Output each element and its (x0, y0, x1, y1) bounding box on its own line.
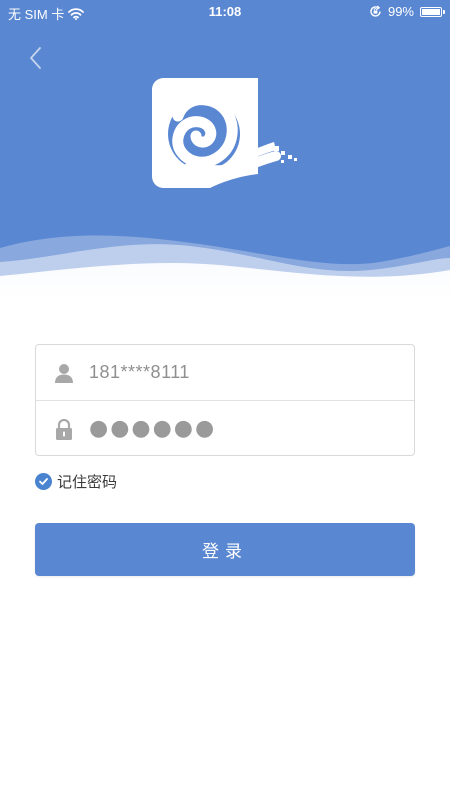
login-form: 181****8111 ●●●●●● (35, 344, 415, 456)
battery-level (422, 8, 440, 15)
app-logo (152, 78, 297, 188)
password-field[interactable]: ●●●●●● (36, 401, 414, 456)
remember-password-toggle[interactable]: 记住密码 (35, 471, 117, 492)
login-button[interactable]: 登录 (35, 523, 415, 576)
check-icon (39, 478, 48, 485)
username-input[interactable]: 181****8111 (89, 362, 190, 383)
battery-percent: 99% (387, 4, 414, 19)
right-status-group: 99% (369, 4, 445, 19)
back-button[interactable] (24, 44, 48, 72)
chevron-left-icon (30, 47, 41, 69)
remember-checkbox[interactable] (35, 473, 52, 490)
password-input[interactable]: ●●●●●● (89, 416, 216, 441)
rotation-lock-icon (370, 5, 381, 17)
remember-password-label: 记住密码 (57, 473, 118, 491)
status-bar: 无 SIM 卡 11:08 99% (0, 0, 450, 24)
username-field[interactable]: 181****8111 (36, 345, 414, 401)
header-banner: 无 SIM 卡 11:08 99% (0, 0, 450, 300)
lock-icon (56, 418, 72, 440)
user-icon (55, 363, 73, 383)
battery-icon (420, 6, 445, 17)
